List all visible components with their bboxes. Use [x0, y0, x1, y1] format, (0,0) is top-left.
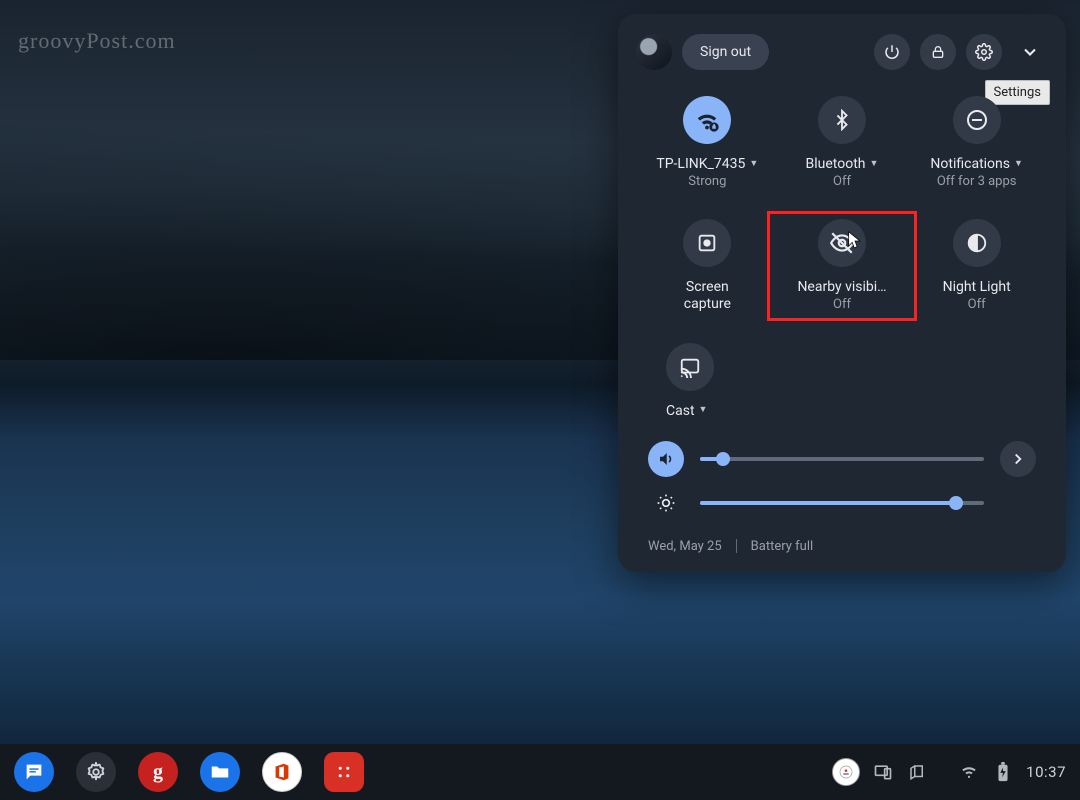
tile-sub: Off for 3 apps [937, 174, 1017, 189]
night-light-icon [966, 232, 988, 254]
gear-icon [975, 43, 993, 61]
tiles-grid: TP-LINK_7435 ▼ Strong Bluetooth ▼ Off Noti… [632, 80, 1052, 427]
volume-icon [657, 450, 675, 468]
tile-cast[interactable]: Cast ▼ [640, 343, 775, 419]
wifi-icon [693, 106, 721, 134]
messages-icon [23, 761, 45, 783]
tile-sub: Off [833, 174, 851, 189]
watermark: groovyPost.com [18, 28, 176, 54]
tile-screen-capture[interactable]: Screen capture [640, 219, 775, 313]
tile-label: Night Light [943, 279, 1011, 295]
tile-label: Cast [666, 403, 695, 419]
notification-outline-icon [908, 763, 926, 781]
app-messages[interactable] [14, 752, 54, 792]
dropdown-caret-icon: ▼ [699, 406, 708, 415]
divider [736, 539, 737, 553]
app-office[interactable] [262, 752, 302, 792]
chevron-down-icon [1020, 42, 1040, 62]
sliders-section [632, 427, 1052, 529]
folder-icon [209, 761, 231, 783]
power-icon [883, 43, 901, 61]
tray-battery [992, 761, 1014, 783]
volume-slider[interactable] [700, 457, 984, 461]
tray-notifications[interactable] [906, 761, 928, 783]
ime-icon [838, 764, 854, 780]
tray-time: 10:37 [1026, 763, 1066, 781]
quick-settings-panel: Sign out Settings TP-LINK_7435▼ Strong [618, 14, 1066, 572]
brightness-row [648, 481, 1036, 525]
tile-label: TP-LINK_7435 [656, 156, 745, 172]
wifi-icon [960, 763, 978, 781]
tile-sub: Off [968, 297, 986, 312]
tile-nearby-visibility[interactable]: Nearby visibi… Off [775, 219, 910, 313]
shelf: g 10:37 [0, 744, 1080, 800]
volume-button[interactable] [648, 441, 684, 477]
brightness-slider[interactable] [700, 501, 984, 505]
status-line: Wed, May 25 Battery full [632, 529, 1052, 556]
tile-sub: Strong [688, 174, 726, 189]
collapse-button[interactable] [1012, 34, 1048, 70]
status-battery: Battery full [751, 539, 813, 554]
brightness-icon [656, 493, 676, 513]
app-other[interactable] [324, 752, 364, 792]
tile-label: Screen capture [672, 279, 742, 313]
tile-label: Bluetooth [806, 156, 866, 172]
visibility-off-icon [829, 230, 855, 256]
cast-icon [679, 356, 701, 378]
avatar[interactable] [636, 34, 672, 70]
tile-notifications[interactable]: Notifications ▼ Off for 3 apps [909, 96, 1044, 189]
panel-header: Sign out [632, 30, 1052, 80]
grid-icon [335, 763, 353, 781]
tile-sub: Off [833, 297, 851, 312]
status-date: Wed, May 25 [648, 539, 722, 554]
bluetooth-icon [831, 109, 853, 131]
system-tray[interactable]: 10:37 [832, 758, 1066, 786]
shutdown-button[interactable] [874, 34, 910, 70]
dropdown-caret-icon: ▼ [749, 160, 758, 169]
office-icon [271, 761, 293, 783]
tile-label: Notifications [930, 156, 1010, 172]
settings-button[interactable] [966, 34, 1002, 70]
screen-capture-icon [696, 232, 718, 254]
tray-ime[interactable] [832, 758, 860, 786]
app-groovypost[interactable]: g [138, 752, 178, 792]
app-settings[interactable] [76, 752, 116, 792]
gear-icon [85, 761, 107, 783]
tile-label: Nearby visibi… [797, 279, 886, 295]
dropdown-caret-icon: ▼ [1014, 160, 1023, 169]
dropdown-caret-icon: ▼ [870, 160, 879, 169]
do-not-disturb-icon [965, 108, 989, 132]
shelf-apps: g [14, 752, 364, 792]
tray-phone-hub[interactable] [872, 761, 894, 783]
volume-row [648, 437, 1036, 481]
chevron-right-icon [1009, 450, 1027, 468]
sign-out-button[interactable]: Sign out [682, 34, 769, 70]
app-files[interactable] [200, 752, 240, 792]
tile-night-light[interactable]: Night Light Off [909, 219, 1044, 313]
brightness-button[interactable] [648, 485, 684, 521]
battery-icon [996, 762, 1010, 782]
audio-settings-button[interactable] [1000, 441, 1036, 477]
tile-bluetooth[interactable]: Bluetooth ▼ Off [775, 96, 910, 189]
letter-g-icon: g [153, 761, 163, 784]
tray-wifi [958, 761, 980, 783]
phone-hub-icon [873, 762, 893, 782]
lock-icon [930, 44, 946, 60]
lock-button[interactable] [920, 34, 956, 70]
tile-wifi[interactable]: TP-LINK_7435 ▼ Strong [640, 96, 775, 189]
